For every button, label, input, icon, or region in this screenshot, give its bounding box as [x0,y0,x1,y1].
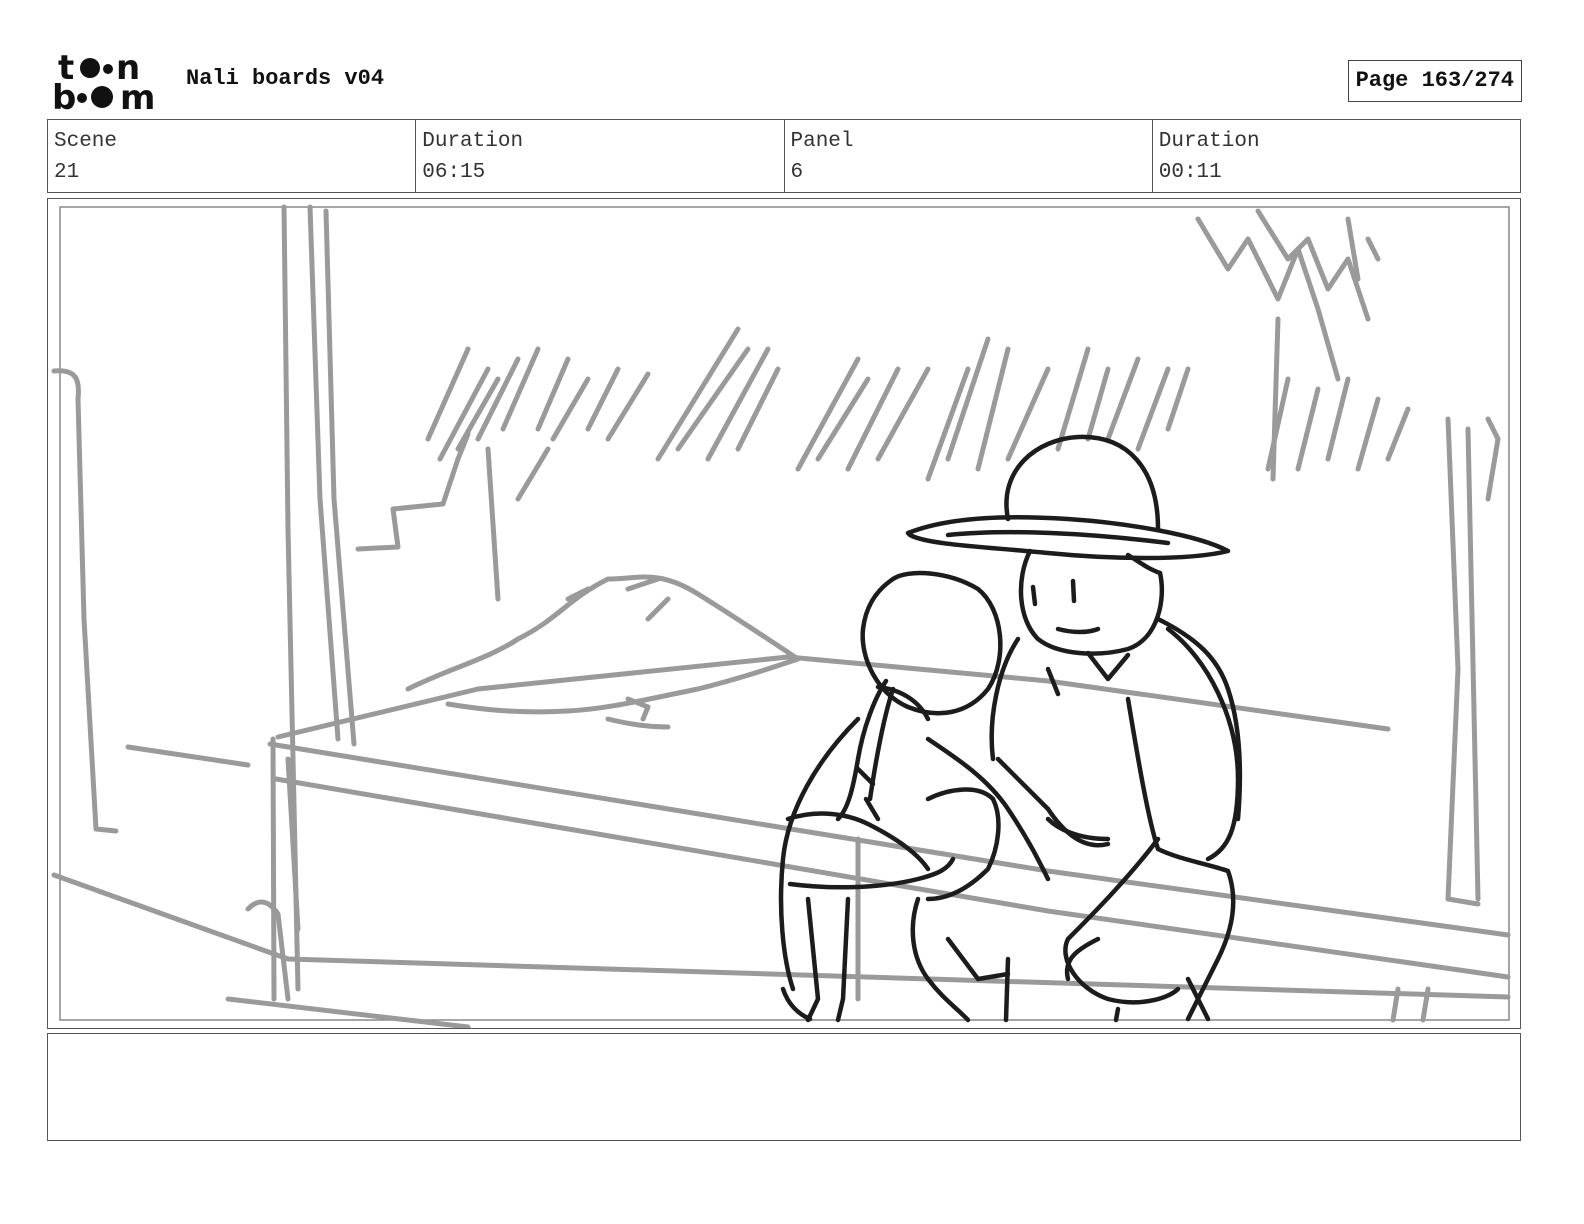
scene-info-row: Scene 21 Duration 06:15 Panel 6 Duration… [47,119,1521,193]
svg-text:b: b [52,78,76,112]
scene-value: 21 [54,161,80,184]
toon-boom-logo: t n b m [52,48,164,118]
storyboard-panel [47,198,1521,1029]
panel-value: 6 [790,161,804,184]
scene-label: Scene [54,130,118,153]
scene-duration-value: 06:15 [422,161,486,184]
panel-cell: Panel 6 [785,120,1153,192]
scene-duration-cell: Duration 06:15 [416,120,785,192]
safe-area-frame [59,206,1510,1021]
toon-boom-logo-mark: t n b m [52,48,155,118]
panel-notes-box [47,1033,1521,1141]
character-sketch [778,434,1243,1023]
svg-text:m: m [120,78,155,112]
document-title: Nali boards v04 [186,66,385,91]
scene-duration-label: Duration [422,130,524,153]
page-number-badge: Page 163/274 [1347,60,1522,102]
panel-duration-cell: Duration 00:11 [1153,120,1520,192]
scene-cell: Scene 21 [48,120,417,192]
panel-duration-value: 00:11 [1158,161,1222,184]
panel-label: Panel [790,130,854,153]
panel-duration-label: Duration [1158,130,1260,153]
storyboard-sketch [51,204,1511,1028]
